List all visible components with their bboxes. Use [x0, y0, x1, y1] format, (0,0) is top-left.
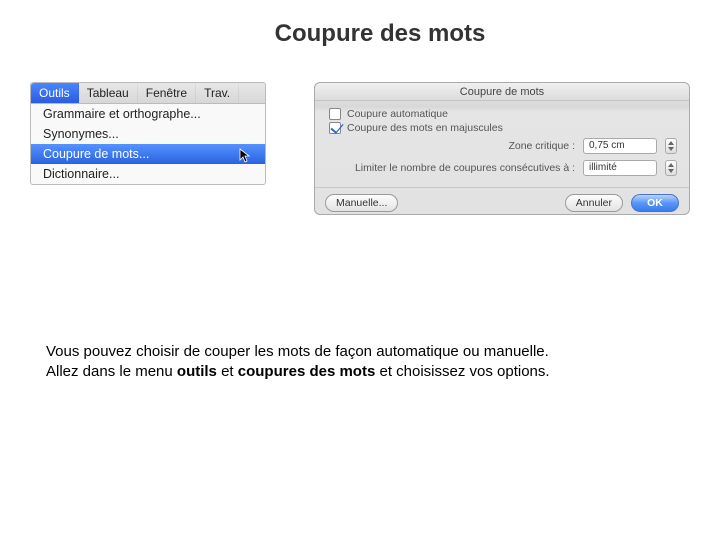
cursor-icon — [239, 148, 251, 164]
zone-label: Zone critique : — [331, 140, 575, 152]
menu-item-coupure[interactable]: Coupure de mots... — [31, 144, 265, 164]
check-row-caps: Coupure des mots en majuscules — [329, 121, 679, 135]
ok-button[interactable]: OK — [631, 194, 679, 212]
caption-line2a: Allez dans le menu — [46, 363, 177, 380]
menubar: Outils Tableau Fenêtre Trav. — [30, 82, 266, 104]
menu-item-label: Coupure de mots... — [43, 147, 149, 161]
limit-input[interactable]: illimité — [583, 160, 657, 176]
menu-dropdown: Grammaire et orthographe... Synonymes...… — [30, 104, 266, 185]
menubar-item-outils[interactable]: Outils — [31, 83, 79, 103]
limit-stepper[interactable] — [665, 160, 677, 176]
caption: Vous pouvez choisir de couper les mots d… — [46, 342, 666, 383]
dialog-title: Coupure de mots — [315, 83, 689, 101]
menu-item-dictionnaire[interactable]: Dictionnaire... — [31, 164, 265, 184]
checkbox-auto-label: Coupure automatique — [347, 108, 448, 120]
caption-bold-coupures: coupures des mots — [238, 363, 376, 380]
menu-item-synonymes[interactable]: Synonymes... — [31, 124, 265, 144]
caption-bold-outils: outils — [177, 363, 217, 380]
caption-line2c: et — [217, 363, 238, 380]
page-title: Coupure des mots — [0, 20, 720, 48]
manual-button[interactable]: Manuelle... — [325, 194, 398, 212]
dialog-button-bar: Manuelle... Annuler OK — [315, 187, 689, 212]
menu-screenshot: Outils Tableau Fenêtre Trav. Grammaire e… — [30, 82, 266, 185]
dialog: Coupure de mots Coupure automatique Coup… — [314, 82, 690, 215]
field-row-zone: Zone critique : 0,75 cm — [329, 135, 679, 157]
zone-stepper[interactable] — [665, 138, 677, 154]
field-row-limit: Limiter le nombre de coupures consécutiv… — [329, 157, 679, 179]
zone-input[interactable]: 0,75 cm — [583, 138, 657, 154]
checkbox-caps-label: Coupure des mots en majuscules — [347, 122, 503, 134]
menubar-item-trav[interactable]: Trav. — [196, 83, 239, 103]
dialog-body: Coupure automatique Coupure des mots en … — [315, 101, 689, 183]
menubar-item-tableau[interactable]: Tableau — [79, 83, 138, 103]
limit-label: Limiter le nombre de coupures consécutiv… — [331, 162, 575, 174]
checkbox-auto[interactable] — [329, 108, 341, 120]
caption-line2e: et choisissez vos options. — [375, 363, 549, 380]
check-row-auto: Coupure automatique — [329, 107, 679, 121]
menu-item-grammaire[interactable]: Grammaire et orthographe... — [31, 104, 265, 124]
menubar-item-fenetre[interactable]: Fenêtre — [138, 83, 196, 103]
caption-line1: Vous pouvez choisir de couper les mots d… — [46, 343, 549, 360]
checkbox-caps[interactable] — [329, 122, 341, 134]
cancel-button[interactable]: Annuler — [565, 194, 623, 212]
